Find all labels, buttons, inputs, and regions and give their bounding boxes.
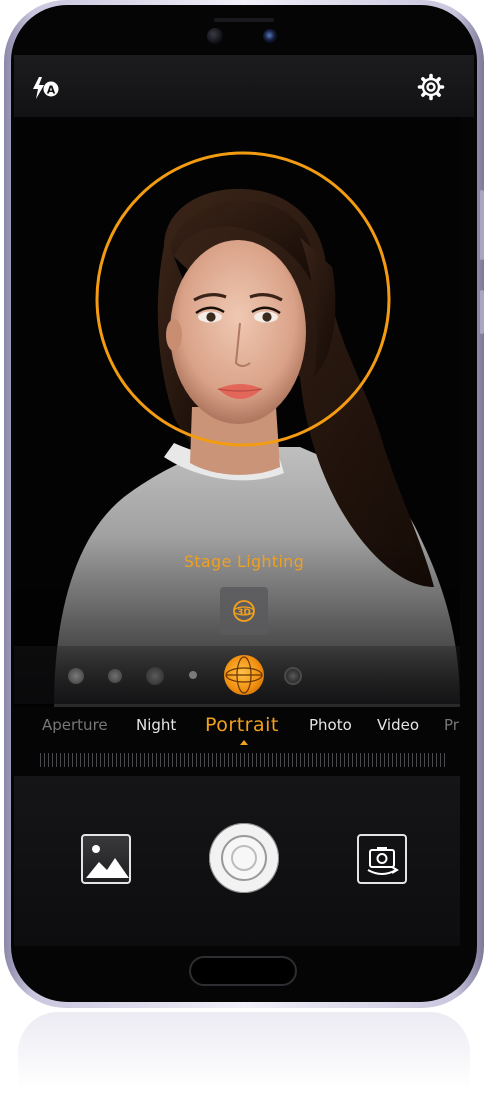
- camera-top-bar: [14, 55, 474, 117]
- mode-pro[interactable]: Pr: [444, 716, 459, 734]
- zoom-ruler[interactable]: [40, 753, 448, 767]
- gallery-thumbnail-icon[interactable]: [81, 834, 131, 884]
- switch-camera-icon[interactable]: [357, 834, 407, 884]
- mode-aperture[interactable]: Aperture: [42, 716, 108, 734]
- shutter-button[interactable]: [209, 823, 279, 893]
- proximity-sensor: [207, 28, 223, 44]
- flash-auto-icon[interactable]: A: [30, 74, 62, 102]
- shutter-inner-ring: [231, 845, 257, 871]
- lighting-effect-option[interactable]: [189, 671, 197, 679]
- mode-video[interactable]: Video: [377, 716, 419, 734]
- stage-lighting-label: Stage Lighting: [183, 552, 305, 571]
- lighting-effect-option[interactable]: [284, 667, 302, 685]
- lighting-effect-option[interactable]: [146, 667, 164, 685]
- mode-selected-indicator-icon: [240, 740, 248, 745]
- gear-icon[interactable]: [416, 72, 446, 102]
- power-button: [480, 290, 484, 334]
- earpiece: [214, 18, 274, 22]
- mode-night[interactable]: Night: [136, 716, 176, 734]
- stage-lighting-3d-button[interactable]: 3D: [220, 587, 268, 635]
- phone-reflection: [18, 1012, 470, 1102]
- shutter-icon: [221, 835, 267, 881]
- front-camera: [263, 29, 277, 43]
- stage-lighting-selected-icon[interactable]: [224, 655, 264, 695]
- lighting-effect-option[interactable]: [108, 669, 122, 683]
- mode-portrait[interactable]: Portrait: [205, 714, 279, 736]
- lighting-effect-option[interactable]: [68, 668, 84, 684]
- mode-photo[interactable]: Photo: [309, 716, 352, 734]
- volume-button: [480, 190, 484, 260]
- stage-3d-label: 3D: [237, 608, 251, 618]
- camera-mode-selector: Aperture Night Portrait Photo Video Pr: [14, 706, 460, 750]
- flash-auto-badge: A: [47, 84, 56, 97]
- home-fingerprint-button[interactable]: [189, 956, 297, 986]
